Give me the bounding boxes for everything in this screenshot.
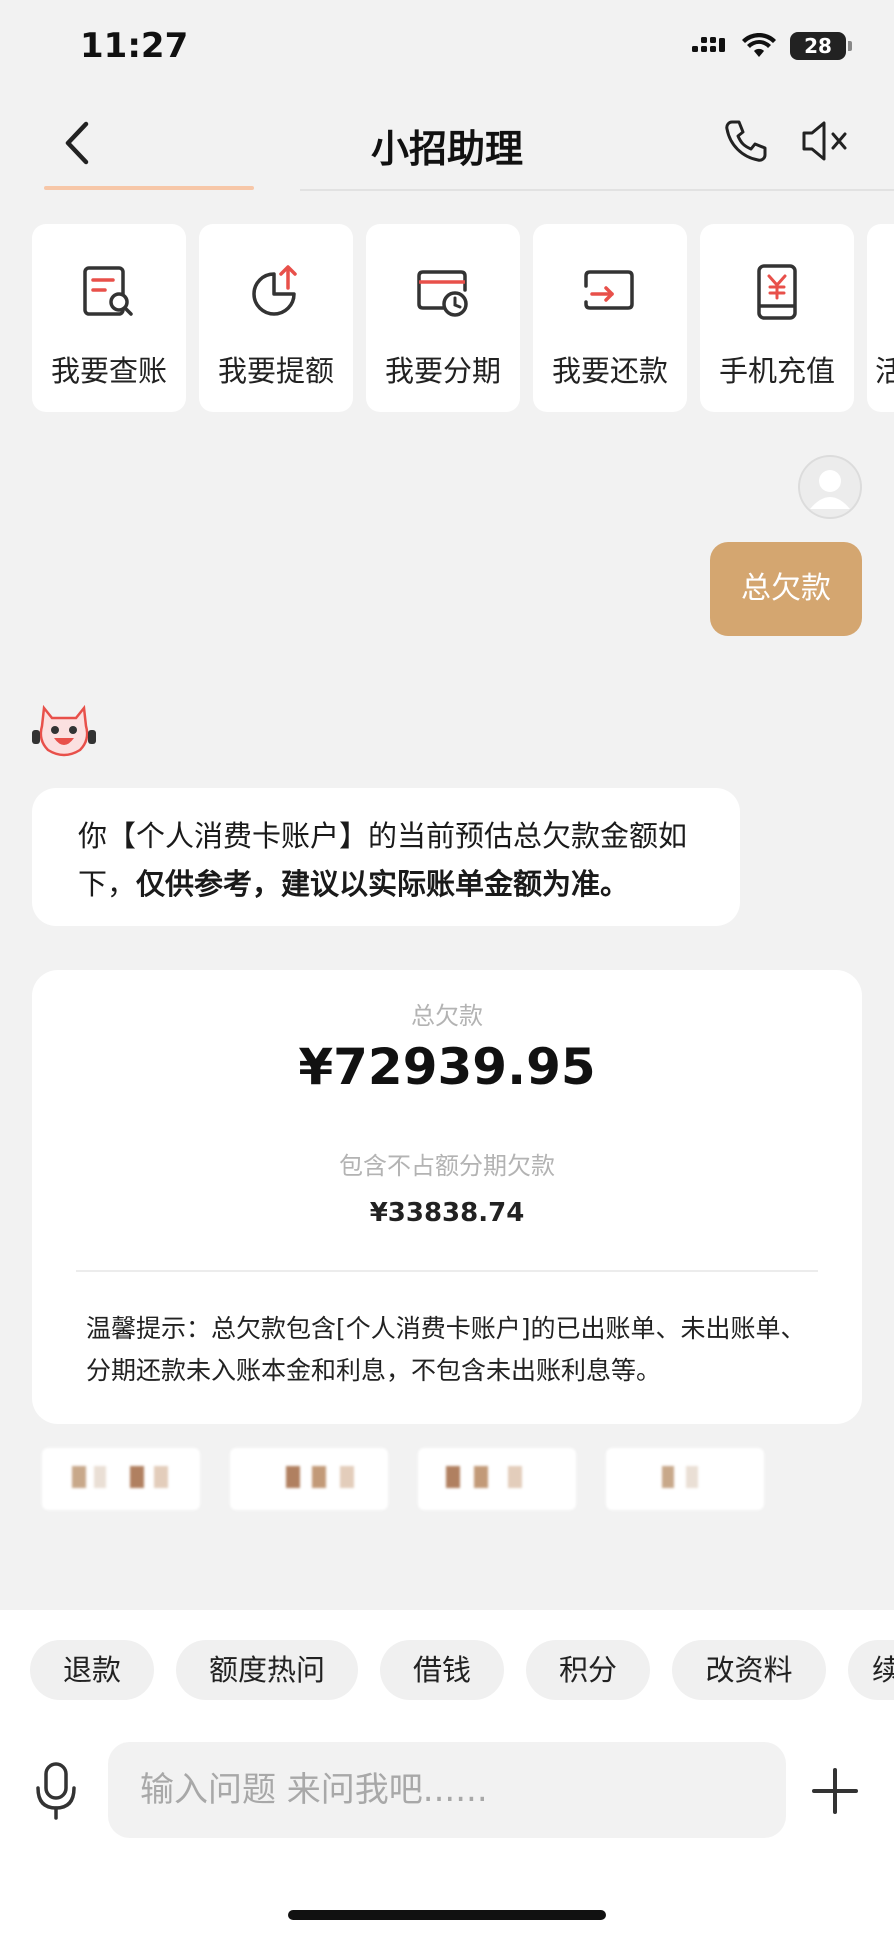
question-input[interactable] <box>108 1742 786 1838</box>
suggestion-chip[interactable]: 积分 <box>526 1640 650 1700</box>
quick-action-label: 我要还款 <box>551 354 668 388</box>
quick-action-raise-limit[interactable]: 我要提额 <box>199 224 353 412</box>
wifi-icon <box>742 33 776 57</box>
blurred-option[interactable] <box>230 1448 388 1510</box>
suggestion-chip[interactable]: 续 <box>848 1640 894 1700</box>
quick-actions: 我要查账 我要提额 我要分期 我要还款 手机充值 活 <box>32 224 894 412</box>
phone-yen-icon <box>757 264 797 320</box>
installment-debt-amount: ¥33838.74 <box>369 1198 525 1228</box>
quick-action-repay[interactable]: 我要还款 <box>533 224 687 412</box>
suggestion-chips: 退款 额度热问 借钱 积分 改资料 续 <box>30 1640 894 1702</box>
header-divider <box>300 189 894 191</box>
mute-icon[interactable] <box>800 116 856 166</box>
quick-action-label: 我要分期 <box>384 354 501 388</box>
blurred-option[interactable] <box>606 1448 764 1510</box>
installment-debt-label: 包含不占额分期欠款 <box>339 1152 555 1180</box>
quick-action-check-bill[interactable]: 我要查账 <box>32 224 186 412</box>
card-clock-icon <box>417 270 468 317</box>
quick-action-label: 手机充值 <box>718 354 835 388</box>
battery-indicator: 28 <box>790 32 852 60</box>
bot-avatar <box>32 704 96 757</box>
signal-icon <box>692 37 725 52</box>
status-bar: 11:27 28 <box>0 0 894 96</box>
user-message-bubble: 总欠款 <box>710 542 862 636</box>
bot-message-bubble: 你【个人消费卡账户】的当前预估总欠款金额如下，仅供参考，建议以实际账单金额为准。 <box>32 788 740 926</box>
total-debt-label: 总欠款 <box>411 1002 483 1030</box>
nav-bar: 小招助理 <box>0 96 894 192</box>
quick-action-label: 我要提额 <box>217 354 334 388</box>
pie-up-icon <box>252 265 297 316</box>
blurred-option[interactable] <box>418 1448 576 1510</box>
quick-action-label: 活 <box>875 354 894 388</box>
microphone-icon[interactable] <box>34 1760 78 1822</box>
quick-action-label: 我要查账 <box>50 354 167 388</box>
quick-action-phone-topup[interactable]: 手机充值 <box>700 224 854 412</box>
suggestion-chip[interactable]: 退款 <box>30 1640 154 1700</box>
bottom-panel: 退款 额度热问 借钱 积分 改资料 续 <box>0 1610 894 1934</box>
phone-icon[interactable] <box>720 116 770 166</box>
total-debt-amount: ¥72939.95 <box>298 1038 596 1096</box>
status-icons: 28 <box>692 32 852 60</box>
quick-action-partial[interactable]: 活 <box>867 224 894 412</box>
suggestion-chip[interactable]: 借钱 <box>380 1640 504 1700</box>
blurred-option[interactable] <box>42 1448 200 1510</box>
suggestion-chip[interactable]: 额度热问 <box>176 1640 358 1700</box>
suggestion-chip[interactable]: 改资料 <box>672 1640 826 1700</box>
debt-summary-card: 总欠款 ¥72939.95 包含不占额分期欠款 ¥33838.74 温馨提示：总… <box>32 970 862 1424</box>
status-time: 11:27 <box>80 26 189 66</box>
card-divider <box>76 1270 818 1272</box>
bot-message-bold: 仅供参考，建议以实际账单金额为准。 <box>136 867 630 901</box>
repay-icon <box>584 270 634 310</box>
plus-icon[interactable] <box>810 1766 860 1816</box>
debt-tip-text: 温馨提示：总欠款包含[个人消费卡账户]的已出账单、未出账单、分期还款未入账本金和… <box>86 1314 806 1385</box>
header-accent-line <box>44 186 254 190</box>
quick-action-installment[interactable]: 我要分期 <box>366 224 520 412</box>
blurred-options <box>42 1448 862 1514</box>
home-indicator <box>288 1910 606 1920</box>
user-avatar <box>798 455 862 519</box>
bill-search-icon <box>83 266 133 316</box>
